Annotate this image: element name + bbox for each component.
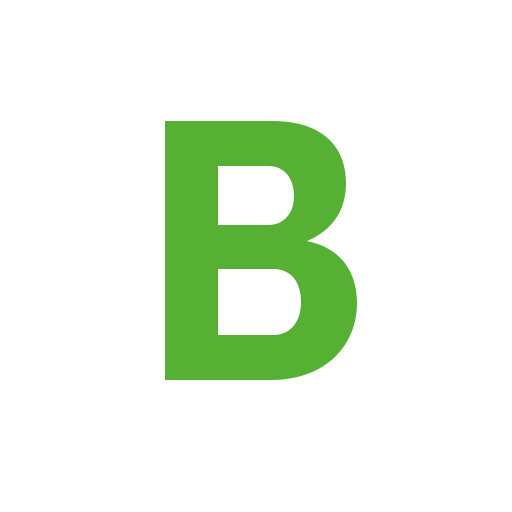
letter-b-glyph [165,121,357,380]
letter-b-logo-icon [165,121,357,380]
logo-canvas [0,0,512,512]
